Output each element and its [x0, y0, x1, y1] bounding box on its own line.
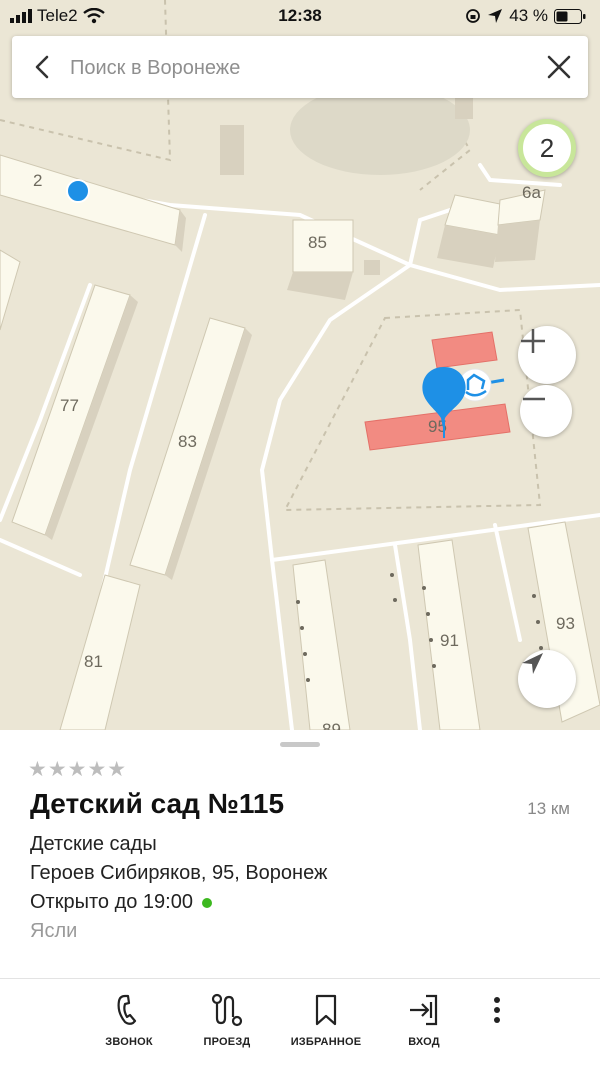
building-label: 81	[84, 652, 103, 671]
map-view[interactable]: 2 6а 85 77 83 95 81 89 91 93 2	[0, 0, 600, 730]
place-address: Героев Сибиряков, 95, Воронеж	[30, 862, 328, 884]
battery-percent: 43 %	[509, 6, 548, 25]
place-card: ★★★★★ Детский сад №115 13 км Детские сад…	[0, 730, 600, 1066]
wifi-icon	[82, 8, 105, 24]
cluster-count: 2	[539, 132, 555, 163]
opening-hours-text: Открыто до 19:00	[30, 891, 193, 913]
building-label: 6а	[522, 183, 541, 202]
sheet-drag-handle[interactable]	[280, 742, 320, 747]
building-label: 93	[556, 614, 575, 633]
zoom-out-button[interactable]	[520, 385, 572, 437]
battery-icon	[554, 8, 586, 24]
rocking-horse-icon[interactable]	[458, 368, 505, 402]
back-arrow-icon[interactable]	[28, 52, 58, 82]
cluster-count-badge[interactable]: 2	[518, 119, 576, 177]
route-icon	[211, 993, 243, 1027]
building-label: 77	[60, 396, 79, 415]
place-subcategory: Ясли	[30, 920, 78, 942]
route-label: ПРОЕЗД	[203, 1036, 251, 1048]
more-button[interactable]	[477, 992, 517, 1056]
call-label: ЗВОНОК	[105, 1036, 153, 1048]
plus-icon	[521, 329, 545, 353]
carrier-name: Tele2	[37, 6, 78, 25]
rating-stars: ★★★★★	[28, 758, 128, 781]
entry-icon	[410, 994, 438, 1026]
route-button[interactable]: ПРОЕЗД	[182, 992, 272, 1056]
entrance-button[interactable]: ВХОД	[379, 992, 469, 1056]
user-location-dot	[66, 179, 90, 203]
place-title: Детский сад №115	[30, 788, 285, 819]
navigation-arrow-icon	[522, 653, 543, 674]
status-bar: Tele2 12:38 43 %	[0, 0, 600, 32]
favorites-label: ИЗБРАННОЕ	[290, 1036, 362, 1048]
close-icon[interactable]	[544, 52, 574, 82]
location-services-icon	[488, 9, 503, 23]
place-distance: 13 км	[527, 799, 570, 818]
search-bar	[12, 36, 588, 98]
opening-hours: Открыто до 19:00	[30, 891, 212, 914]
call-button[interactable]: ЗВОНОК	[84, 992, 174, 1056]
minus-icon	[523, 397, 545, 401]
search-input[interactable]	[68, 48, 532, 88]
my-location-button[interactable]	[518, 650, 576, 708]
building-label: 91	[440, 631, 459, 650]
bookmark-icon	[315, 994, 337, 1026]
signal-icon	[10, 9, 32, 23]
place-category: Детские сады	[30, 833, 157, 855]
building-label: 2	[33, 171, 42, 190]
zoom-in-button[interactable]	[518, 326, 576, 384]
rotation-lock-icon	[466, 9, 481, 23]
open-status-dot	[201, 897, 212, 908]
entrance-label: ВХОД	[408, 1036, 440, 1048]
map-canvas[interactable]: 2 6а 85 77 83 95 81 89 91 93	[0, 0, 600, 730]
more-vertical-icon	[494, 997, 500, 1023]
building-label: 83	[178, 432, 197, 451]
divider	[0, 978, 600, 979]
favorites-button[interactable]: ИЗБРАННОЕ	[281, 992, 371, 1056]
phone-icon	[117, 994, 137, 1025]
building-label: 85	[308, 233, 327, 252]
building-label: 89	[322, 720, 341, 730]
